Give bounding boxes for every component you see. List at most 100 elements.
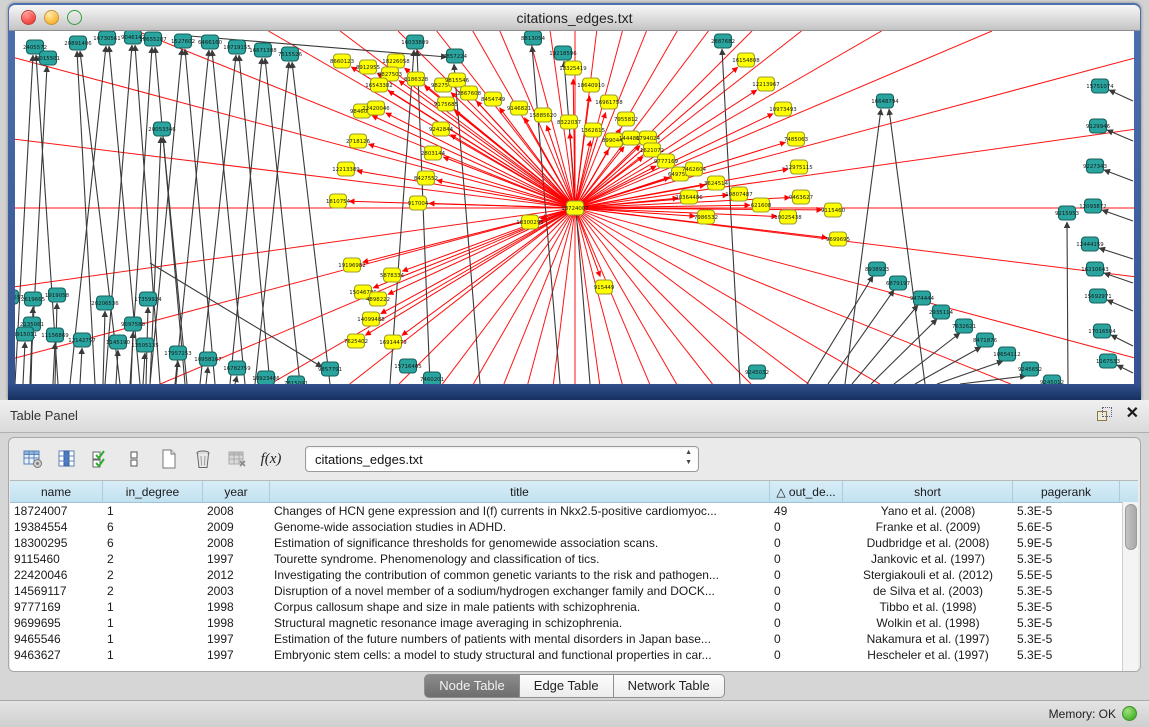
network-node[interactable]: 12213967 <box>752 77 779 91</box>
network-node[interactable]: 7986532 <box>694 210 718 224</box>
network-node[interactable]: 9015501 <box>36 51 60 65</box>
column-header-year[interactable]: year <box>203 481 270 502</box>
network-node[interactable]: 9175685 <box>434 97 458 111</box>
network-node[interactable]: 17957253 <box>164 346 191 360</box>
network-node[interactable]: 1527602 <box>171 34 195 48</box>
network-node[interactable]: 7955812 <box>614 112 638 126</box>
table-row[interactable]: 946554611997Estimation of the future num… <box>10 631 1138 647</box>
column-header-short[interactable]: short <box>843 481 1013 502</box>
network-node[interactable]: 9777169 <box>654 154 679 168</box>
network-node[interactable]: 9146821 <box>507 101 531 115</box>
table-select-dropdown[interactable]: citations_edges.txt ▲▼ <box>305 446 699 472</box>
network-node[interactable]: 9215953 <box>1055 206 1079 220</box>
network-node[interactable]: 7632621 <box>952 319 976 333</box>
column-header-name[interactable]: name <box>10 481 103 502</box>
network-node[interactable]: 10719155 <box>223 40 250 54</box>
table-mode-icon[interactable] <box>19 445 47 473</box>
network-node[interactable]: 7485063 <box>784 132 808 146</box>
float-panel-icon[interactable] <box>1096 406 1112 422</box>
network-node[interactable]: 8186328 <box>404 72 429 86</box>
network-node[interactable]: 7815091 <box>284 376 308 384</box>
network-node[interactable]: 14099488 <box>357 312 385 326</box>
table-row[interactable]: 2242004622012Investigating the contribut… <box>10 567 1138 583</box>
network-node[interactable]: 15716465 <box>394 359 421 373</box>
network-node[interactable]: 9474444 <box>910 291 935 305</box>
show-columns-icon[interactable] <box>53 445 81 473</box>
node-table[interactable]: namein_degreeyeartitle△ out_de...shortpa… <box>10 480 1138 671</box>
network-node[interactable]: 9463627 <box>789 190 813 204</box>
table-row[interactable]: 946362711997Embryonic stem cells: a mode… <box>10 647 1138 663</box>
network-node[interactable]: 12093872 <box>1079 199 1106 213</box>
network-node[interactable]: 16210643 <box>1081 262 1108 276</box>
network-node[interactable]: 10025438 <box>774 210 802 224</box>
network-node[interactable]: 6879197 <box>886 276 910 290</box>
network-node[interactable]: 12213389 <box>332 162 360 176</box>
column-header-out_de[interactable]: △ out_de... <box>770 481 843 502</box>
network-node[interactable]: 10958107 <box>194 352 221 366</box>
network-node[interactable]: 12142757 <box>68 333 95 347</box>
network-node[interactable]: 10654112 <box>993 347 1020 361</box>
network-node[interactable]: 9245652 <box>1018 362 1042 376</box>
network-node[interactable]: 8813054 <box>521 31 546 45</box>
unselect-all-columns-icon[interactable] <box>121 445 149 473</box>
network-node[interactable]: 915449 <box>594 280 615 294</box>
network-node[interactable]: 9245032 <box>745 365 769 379</box>
network-node[interactable]: 16671388 <box>249 43 277 57</box>
network-canvas[interactable]: 2405572 9015501 20891406 16730561 904614… <box>15 31 1134 384</box>
minimize-window-button[interactable] <box>44 10 59 25</box>
create-column-icon[interactable] <box>155 445 183 473</box>
network-node[interactable]: 8427552 <box>414 171 438 185</box>
column-header-in_degree[interactable]: in_degree <box>103 481 203 502</box>
network-node[interactable]: 1145190 <box>106 335 131 349</box>
tab-node-table[interactable]: Node Table <box>424 674 520 698</box>
network-node[interactable]: 7625402 <box>344 334 368 348</box>
network-node[interactable]: 8912955 <box>356 60 380 74</box>
network-node[interactable]: 2887682 <box>711 34 735 48</box>
network-node[interactable]: 9227343 <box>1083 159 1107 173</box>
memory-status-icon[interactable] <box>1122 706 1137 721</box>
network-node[interactable]: 2718126 <box>346 134 371 148</box>
network-node[interactable]: 2935114 <box>929 305 954 319</box>
delete-table-icon[interactable] <box>223 445 251 473</box>
network-node[interactable]: 16914479 <box>379 335 407 349</box>
network-node[interactable]: 2619665 <box>21 292 45 306</box>
network-node[interactable]: 6466160 <box>198 35 223 49</box>
network-node[interactable]: 18325419 <box>559 61 587 75</box>
network-node[interactable]: 16730561 <box>93 31 120 45</box>
network-node[interactable]: 16782759 <box>223 361 251 375</box>
network-node[interactable]: 9815546 <box>445 73 470 87</box>
column-header-pagerank[interactable]: pagerank <box>1013 481 1120 502</box>
close-panel-icon[interactable]: ✕ <box>1126 406 1139 422</box>
network-node[interactable]: 20206536 <box>91 296 119 310</box>
network-node[interactable]: 9115460 <box>821 203 846 217</box>
table-row[interactable]: 1938455462009Genome-wide association stu… <box>10 519 1138 535</box>
network-node[interactable]: 1362615 <box>581 123 605 137</box>
select-all-columns-icon[interactable] <box>87 445 115 473</box>
network-node[interactable]: 8454749 <box>481 92 506 106</box>
network-node[interactable]: 20053346 <box>148 122 176 136</box>
table-row[interactable]: 1456911722003Disruption of a novel membe… <box>10 583 1138 599</box>
network-node[interactable]: 7462604 <box>682 162 707 176</box>
close-window-button[interactable] <box>21 10 36 25</box>
tab-edge-table[interactable]: Edge Table <box>520 674 614 698</box>
network-node[interactable]: 8938923 <box>865 262 889 276</box>
network-node[interactable]: 8660123 <box>330 54 354 68</box>
network-node[interactable]: 16033809 <box>401 35 429 49</box>
column-header-title[interactable]: title <box>270 481 770 502</box>
network-node[interactable]: 7857224 <box>443 49 468 63</box>
table-scrollbar[interactable] <box>1122 502 1138 671</box>
table-row[interactable]: 969969511998Structural magnetic resonanc… <box>10 615 1138 631</box>
function-builder-icon[interactable]: f(x) <box>257 445 285 473</box>
network-node[interactable]: 5878334 <box>380 268 405 282</box>
network-window-titlebar[interactable]: citations_edges.txt <box>9 5 1140 31</box>
network-node[interactable]: 621608 <box>751 198 772 212</box>
network-node[interactable]: 12975115 <box>785 160 812 174</box>
network-node[interactable]: 917004 <box>408 196 429 210</box>
network-node[interactable]: 15692971 <box>1084 289 1111 303</box>
network-node[interactable]: 7460201 <box>420 372 444 384</box>
network-node[interactable]: 3624514 <box>704 176 729 190</box>
table-row[interactable]: 1872400712008Changes of HCN gene express… <box>10 503 1138 519</box>
network-node[interactable]: 8322037 <box>557 115 581 129</box>
network-node[interactable]: 11156869 <box>41 328 69 342</box>
network-node[interactable]: 1167533 <box>1096 354 1120 368</box>
